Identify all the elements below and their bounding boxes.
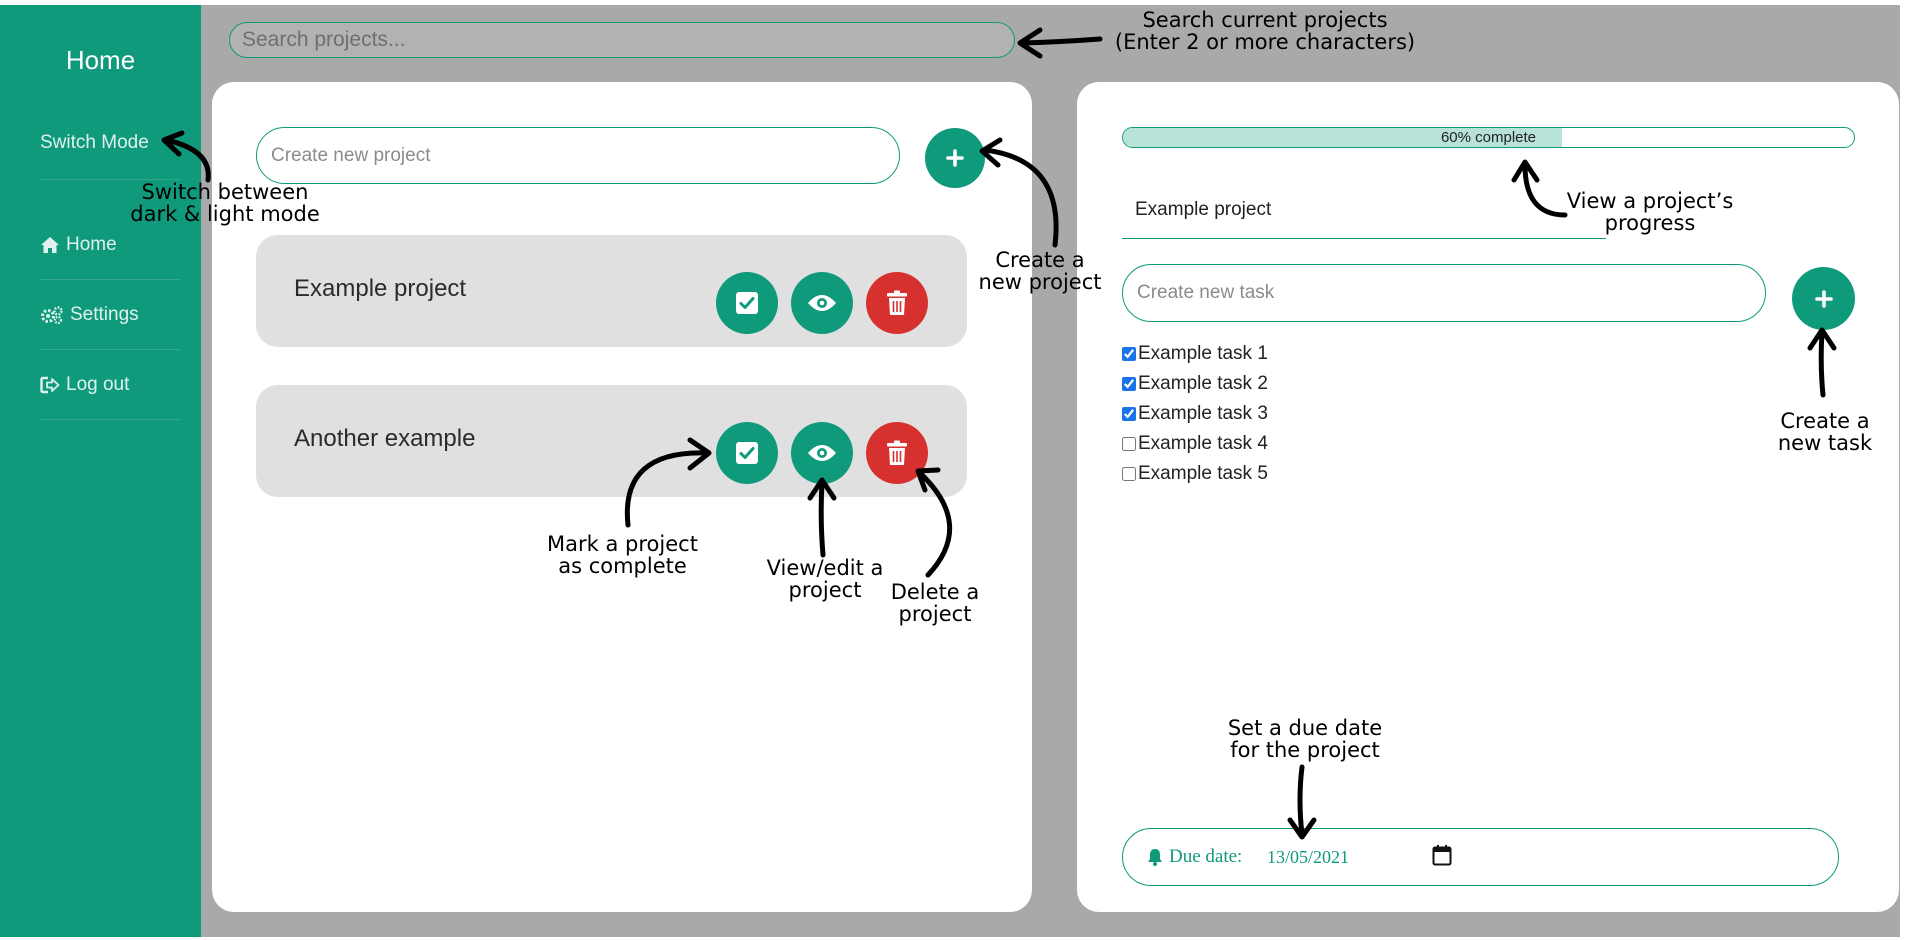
task-label: Example task 2 bbox=[1138, 373, 1268, 394]
task-checkbox[interactable] bbox=[1122, 377, 1136, 391]
view-project-button[interactable] bbox=[791, 272, 853, 334]
due-date-field[interactable]: Due date: 13/05/2021 bbox=[1122, 828, 1839, 886]
sidebar-divider bbox=[40, 419, 180, 420]
task-checkbox[interactable] bbox=[1122, 437, 1136, 451]
bell-icon bbox=[1148, 849, 1162, 866]
eye-icon bbox=[808, 295, 836, 311]
project-card[interactable]: Example project bbox=[256, 235, 967, 347]
sidebar-item-label: Settings bbox=[70, 304, 139, 325]
task-item[interactable]: Example task 3 bbox=[1122, 403, 1268, 425]
annotation-progress: View a project’s progress bbox=[1566, 189, 1734, 235]
sidebar-item-label: Switch Mode bbox=[40, 132, 149, 153]
task-checkbox[interactable] bbox=[1122, 467, 1136, 481]
sidebar-item-logout[interactable]: Log out bbox=[40, 374, 180, 396]
annotation-search: Search current projects (Enter 2 or more… bbox=[1114, 8, 1416, 54]
sidebar: Home Switch Mode Home Settings Log out bbox=[0, 5, 201, 937]
calendar-picker-button[interactable] bbox=[1432, 844, 1452, 871]
annotation-create-project: Create a new project bbox=[978, 248, 1102, 294]
delete-project-button[interactable] bbox=[866, 272, 928, 334]
eye-icon bbox=[808, 445, 836, 461]
sidebar-divider bbox=[40, 279, 180, 280]
task-label: Example task 4 bbox=[1138, 433, 1268, 454]
project-title-field[interactable]: Example project bbox=[1135, 199, 1271, 221]
delete-project-button[interactable] bbox=[866, 422, 928, 484]
sidebar-title: Home bbox=[65, 45, 136, 75]
task-checkbox[interactable] bbox=[1122, 407, 1136, 421]
project-title-underline bbox=[1122, 238, 1606, 239]
annotation-complete: Mark a project as complete bbox=[547, 532, 698, 578]
new-task-input[interactable] bbox=[1122, 264, 1766, 322]
annotation-due-date: Set a due date for the project bbox=[1227, 716, 1383, 762]
sidebar-item-settings[interactable]: Settings bbox=[40, 304, 180, 326]
view-project-button[interactable] bbox=[791, 422, 853, 484]
project-name: Another example bbox=[294, 425, 476, 452]
complete-project-button[interactable] bbox=[716, 422, 778, 484]
trash-icon bbox=[887, 290, 907, 315]
trash-icon bbox=[887, 440, 907, 465]
task-label: Example task 1 bbox=[1138, 343, 1268, 364]
calendar-icon bbox=[1432, 845, 1452, 866]
sidebar-item-home[interactable]: Home bbox=[40, 234, 180, 256]
sidebar-item-label: Home bbox=[66, 234, 117, 255]
task-item[interactable]: Example task 5 bbox=[1122, 463, 1268, 485]
search-input[interactable] bbox=[229, 22, 1015, 58]
due-date-label-group: Due date: bbox=[1147, 846, 1242, 868]
task-item[interactable]: Example task 4 bbox=[1122, 433, 1268, 455]
check-square-icon bbox=[736, 292, 758, 314]
project-name: Example project bbox=[294, 275, 467, 302]
plus-icon bbox=[1814, 289, 1833, 308]
project-card[interactable]: Another example bbox=[256, 385, 967, 497]
due-date-label: Due date: bbox=[1169, 846, 1243, 867]
task-item[interactable]: Example task 2 bbox=[1122, 373, 1268, 395]
complete-project-button[interactable] bbox=[716, 272, 778, 334]
home-icon bbox=[41, 237, 59, 253]
check-square-icon bbox=[736, 442, 758, 464]
sidebar-item-label: Log out bbox=[66, 374, 130, 395]
project-progress-bar: 60% complete bbox=[1122, 127, 1855, 148]
task-label: Example task 3 bbox=[1138, 403, 1268, 424]
gears-icon bbox=[41, 306, 63, 325]
task-label: Example task 5 bbox=[1138, 463, 1268, 484]
annotation-delete: Delete a project bbox=[890, 580, 980, 626]
annotation-switch-mode: Switch between dark & light mode bbox=[130, 180, 320, 226]
plus-icon bbox=[946, 149, 964, 167]
add-task-button[interactable] bbox=[1792, 267, 1855, 330]
sidebar-item-switch-mode[interactable]: Switch Mode bbox=[40, 132, 180, 154]
task-checkbox[interactable] bbox=[1122, 347, 1136, 361]
logout-icon bbox=[40, 376, 60, 394]
progress-label: 60% complete bbox=[1440, 129, 1537, 146]
sidebar-divider bbox=[40, 349, 180, 350]
add-project-button[interactable] bbox=[925, 128, 985, 188]
annotation-create-task: Create a new task bbox=[1777, 409, 1873, 455]
due-date-value[interactable]: 13/05/2021 bbox=[1267, 847, 1349, 868]
task-item[interactable]: Example task 1 bbox=[1122, 343, 1268, 365]
projects-panel bbox=[212, 82, 1032, 912]
new-project-input[interactable] bbox=[256, 127, 900, 184]
